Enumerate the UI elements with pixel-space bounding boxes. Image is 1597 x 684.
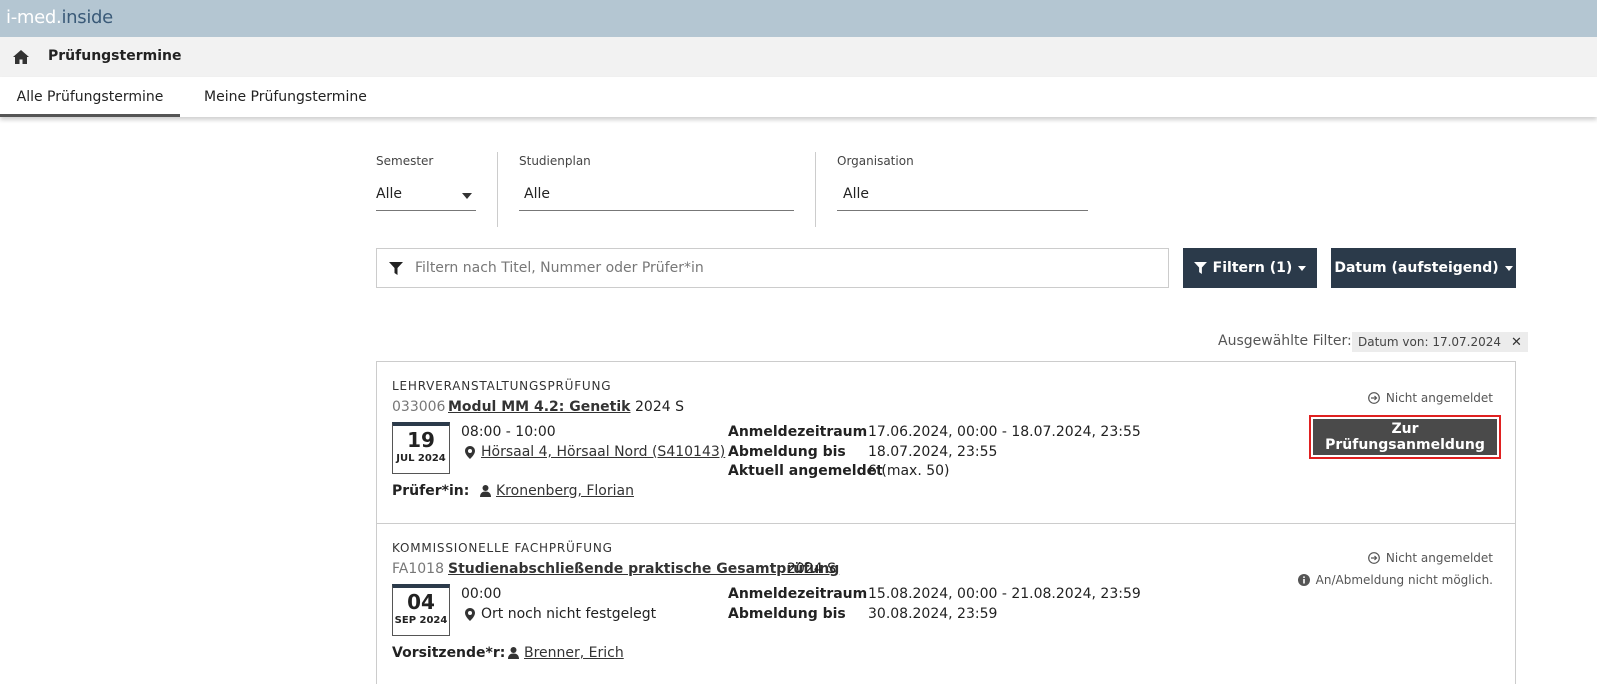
- examiner-link[interactable]: Kronenberg, Florian: [496, 483, 634, 499]
- user-icon: [480, 485, 491, 497]
- app-logo[interactable]: i-med.inside: [6, 7, 113, 28]
- location-link[interactable]: Hörsaal 4, Hörsaal Nord (S410143): [481, 444, 725, 460]
- page-title: Prüfungstermine: [48, 48, 182, 64]
- detail-value: 30.08.2024, 23:59: [868, 606, 998, 622]
- info-icon: [1297, 574, 1310, 586]
- arrow-circle-right-icon: [1367, 552, 1380, 564]
- exam-semester: 2024 S: [635, 399, 684, 415]
- user-icon: [508, 647, 519, 659]
- arrow-circle-right-icon: [1367, 392, 1380, 404]
- chevron-down-icon: [1298, 265, 1307, 271]
- date-badge: 04 SEP 2024: [392, 584, 450, 636]
- exam-number: 033006: [392, 399, 446, 415]
- exam-time: 08:00 - 10:00: [461, 424, 556, 440]
- chair-link[interactable]: Brenner, Erich: [524, 645, 624, 661]
- detail-value: 18.07.2024, 23:55: [868, 444, 998, 460]
- registration-status: Nicht angemeldet: [1367, 391, 1493, 405]
- date-month-year: JUL 2024: [396, 453, 446, 464]
- status-label: Nicht angemeldet: [1385, 551, 1493, 565]
- exam-semester: 2024 S: [787, 561, 836, 577]
- exam-type: KOMMISSIONELLE FACHPRÜFUNG: [392, 541, 613, 555]
- divider: [815, 152, 816, 227]
- examiner-label: Prüfer*in:: [392, 483, 470, 499]
- semester-label: Semester: [376, 154, 434, 168]
- register-button-label: Zur Prüfungsanmeldung: [1313, 419, 1497, 455]
- exam-location: Hörsaal 4, Hörsaal Nord (S410143): [465, 444, 725, 460]
- tab-bar: Alle Prüfungstermine Meine Prüfungstermi…: [0, 77, 1597, 117]
- status-label: Nicht angemeldet: [1385, 391, 1493, 405]
- exam-number: FA1018: [392, 561, 444, 577]
- date-month-year: SEP 2024: [394, 615, 448, 626]
- detail-key: Anmeldezeitraum: [728, 424, 868, 440]
- detail-value: 17.06.2024, 00:00 - 18.07.2024, 23:55: [868, 424, 1141, 440]
- studienplan-select[interactable]: Alle: [524, 186, 550, 202]
- registration-status: Nicht angemeldet: [1367, 551, 1493, 565]
- search-box[interactable]: [376, 248, 1169, 288]
- date-badge: 19 JUL 2024: [392, 422, 450, 474]
- organisation-select[interactable]: Alle: [843, 186, 869, 202]
- title-bar: Prüfungstermine: [0, 37, 1597, 77]
- map-pin-icon: [465, 607, 475, 621]
- map-pin-icon: [465, 445, 475, 459]
- filter-icon: [1193, 262, 1207, 274]
- chair-label: Vorsitzende*r:: [392, 645, 506, 661]
- detail-value: 15.08.2024, 00:00 - 21.08.2024, 23:59: [868, 586, 1141, 602]
- chevron-down-icon: [1504, 265, 1513, 271]
- exam-location: Ort noch nicht festgelegt: [465, 606, 656, 622]
- date-day: 19: [407, 428, 435, 452]
- organisation-label: Organisation: [837, 154, 914, 168]
- exam-card: LEHRVERANSTALTUNGSPRÜFUNG 033006 Modul M…: [377, 362, 1515, 524]
- home-icon[interactable]: [13, 50, 29, 64]
- sort-button[interactable]: Datum (aufsteigend): [1331, 248, 1516, 288]
- close-icon[interactable]: ✕: [1511, 335, 1522, 350]
- filter-chip: Datum von: 17.07.2024 ✕: [1352, 332, 1528, 352]
- detail-key: Abmeldung bis: [728, 606, 846, 622]
- registration-info: An/Abmeldung nicht möglich.: [1297, 573, 1493, 587]
- register-button[interactable]: Zur Prüfungsanmeldung: [1309, 415, 1501, 459]
- top-bar: i-med.inside: [0, 0, 1597, 37]
- examiner: Kronenberg, Florian: [480, 483, 634, 499]
- detail-key: Aktuell angemeldet: [728, 463, 883, 479]
- organisation-underline: [837, 210, 1088, 211]
- studienplan-label: Studienplan: [519, 154, 591, 168]
- sort-button-label: Datum (aufsteigend): [1334, 260, 1499, 276]
- date-day: 04: [407, 590, 435, 614]
- chevron-down-icon[interactable]: [462, 193, 472, 199]
- exam-title-link[interactable]: Studienabschließende praktische Gesamtpr…: [448, 561, 839, 577]
- filter-button-label: Filtern (1): [1212, 260, 1293, 276]
- semester-select[interactable]: Alle: [376, 186, 402, 202]
- filter-button[interactable]: Filtern (1): [1183, 248, 1317, 288]
- filter-icon: [389, 262, 403, 275]
- exam-title-link[interactable]: Modul MM 4.2: Genetik: [448, 399, 630, 415]
- search-input[interactable]: [415, 249, 1155, 287]
- detail-value: 6 (max. 50): [868, 463, 950, 479]
- detail-key: Anmeldezeitraum: [728, 586, 868, 602]
- filter-chip-label: Datum von: 17.07.2024: [1358, 335, 1502, 349]
- location-text: Ort noch nicht festgelegt: [481, 606, 657, 622]
- studienplan-underline: [519, 210, 794, 211]
- exam-card: KOMMISSIONELLE FACHPRÜFUNG FA1018 Studie…: [377, 524, 1515, 684]
- detail-key: Abmeldung bis: [728, 444, 846, 460]
- chair: Brenner, Erich: [508, 645, 624, 661]
- divider: [497, 152, 498, 227]
- exam-type: LEHRVERANSTALTUNGSPRÜFUNG: [392, 379, 612, 393]
- info-label: An/Abmeldung nicht möglich.: [1315, 573, 1493, 587]
- semester-underline: [376, 210, 476, 211]
- exam-list: LEHRVERANSTALTUNGSPRÜFUNG 033006 Modul M…: [376, 361, 1516, 684]
- exam-time: 00:00: [461, 586, 502, 602]
- tab-meine-pruefungstermine[interactable]: Meine Prüfungstermine: [204, 77, 367, 117]
- tab-alle-pruefungstermine[interactable]: Alle Prüfungstermine: [0, 77, 180, 117]
- selected-filters-label: Ausgewählte Filter:: [1218, 333, 1352, 349]
